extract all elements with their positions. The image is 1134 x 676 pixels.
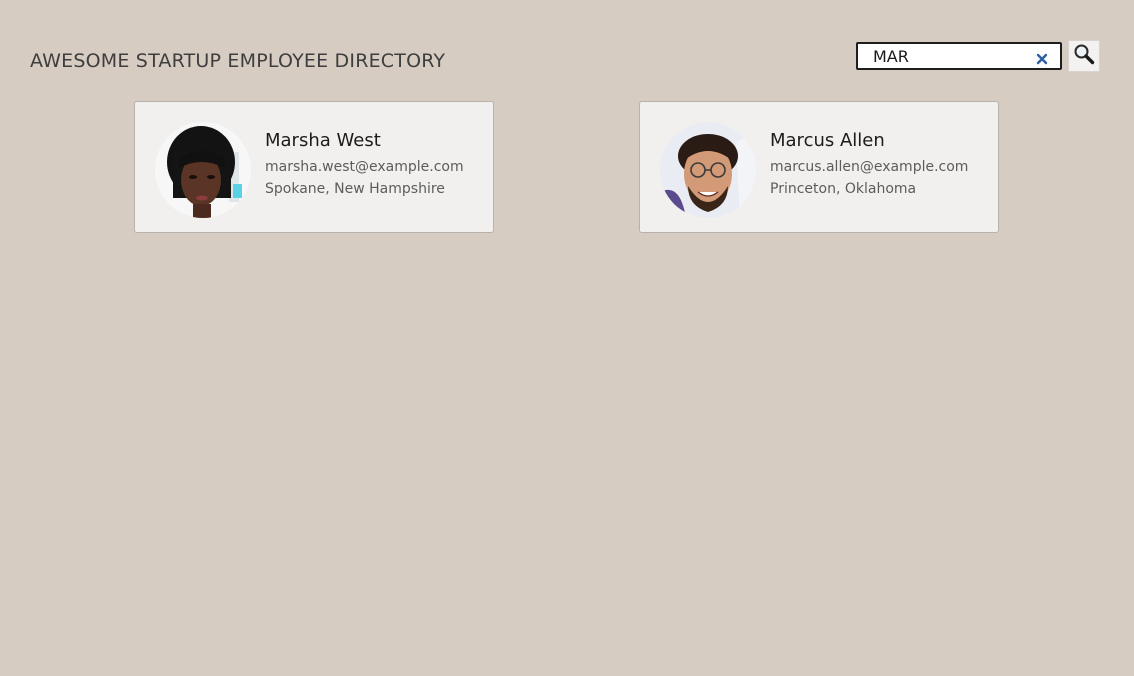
magnifier-icon — [1073, 43, 1095, 69]
close-icon[interactable] — [1036, 50, 1048, 65]
search-form — [856, 40, 1100, 72]
employee-location: Princeton, Oklahoma — [770, 181, 917, 197]
employee-email: marcus.allen@example.com — [770, 159, 969, 175]
employee-name: Marcus Allen — [770, 130, 885, 151]
employee-name: Marsha West — [265, 130, 381, 151]
avatar — [660, 122, 756, 218]
search-field[interactable] — [856, 42, 1062, 70]
page-title: AWESOME STARTUP EMPLOYEE DIRECTORY — [30, 50, 446, 72]
avatar — [155, 122, 251, 218]
search-input[interactable] — [858, 44, 1043, 68]
employee-email: marsha.west@example.com — [265, 159, 464, 175]
employee-location: Spokane, New Hampshire — [265, 181, 445, 197]
employee-card[interactable]: Marcus Allen marcus.allen@example.com Pr… — [639, 101, 999, 233]
employee-card[interactable]: Marsha West marsha.west@example.com Spok… — [134, 101, 494, 233]
search-button[interactable] — [1068, 40, 1100, 72]
